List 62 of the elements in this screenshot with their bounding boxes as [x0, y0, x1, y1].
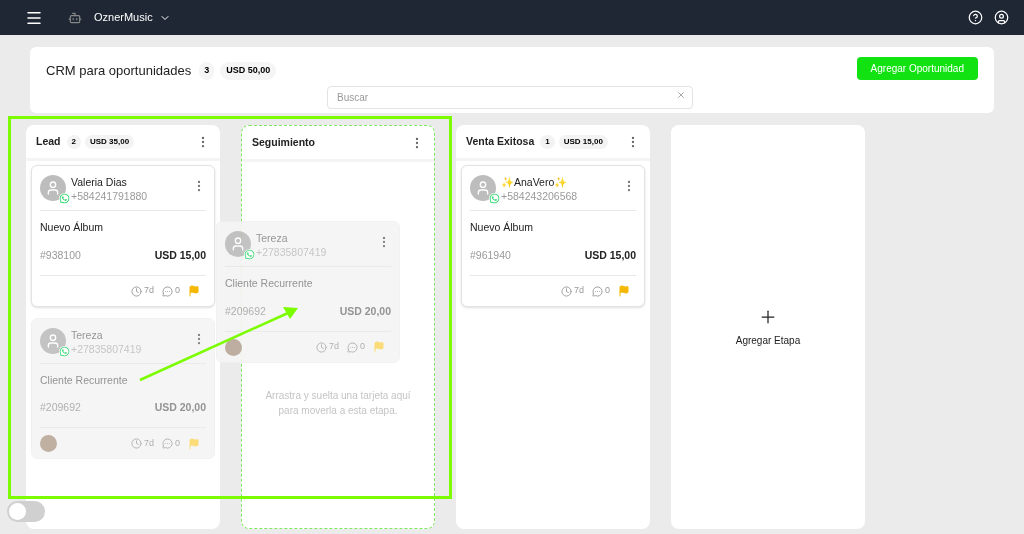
clock-icon	[315, 341, 327, 353]
stage-count: 2	[66, 134, 81, 149]
avatar-icon	[40, 327, 66, 354]
opportunity-title: Cliente Recurrente	[225, 276, 314, 291]
photo-placeholder	[40, 435, 57, 452]
stage-title: Seguimiento	[252, 134, 315, 150]
comment-icon	[162, 285, 173, 297]
clock-icon	[560, 285, 572, 297]
age-label: 7d	[143, 284, 154, 298]
opportunity-amount: USD 20,00	[339, 303, 391, 319]
stage-total: USD 35,00	[84, 134, 135, 149]
opportunity-amount: USD 20,00	[154, 400, 206, 416]
opportunity-code: #209692	[225, 303, 266, 319]
clear-icon[interactable]	[676, 90, 686, 100]
help-icon[interactable]	[968, 10, 983, 25]
avatar-icon	[40, 175, 66, 201]
opportunity-card[interactable]: Valeria Dias +584241791880 Nuevo Álbum #938100 USD 15,00 7d 0	[31, 165, 215, 307]
whatsapp-icon	[489, 193, 500, 204]
clock-icon	[130, 285, 142, 297]
opportunity-title: Cliente Recurrente	[40, 372, 129, 388]
total-amount: USD 50,00	[220, 62, 277, 80]
opportunity-code: #961940	[470, 247, 511, 263]
contact-name: Valeria Dias	[71, 175, 128, 189]
add-stage-button[interactable]: Agregar Etapa	[671, 125, 865, 529]
contact-name: ✨AnaVero✨	[501, 175, 569, 189]
opportunity-code: #938100	[40, 247, 81, 263]
contact-name: Tereza	[256, 231, 289, 245]
comment-count: 0	[175, 284, 180, 298]
age-label: 7d	[328, 340, 339, 354]
workspace-name[interactable]: OznerMusic	[94, 9, 153, 26]
search-field[interactable]: Buscar	[327, 86, 693, 109]
opportunity-code: #209692	[40, 400, 81, 416]
contact-name: Tereza	[71, 327, 104, 342]
photo-placeholder	[225, 338, 242, 356]
stage-total: USD 15,00	[558, 134, 608, 149]
whatsapp-icon	[59, 345, 70, 357]
opportunity-title: Nuevo Álbum	[40, 220, 105, 235]
opportunity-count: 3	[199, 62, 215, 80]
stage-title: Venta Exitosa	[466, 133, 535, 149]
avatar-icon	[470, 175, 496, 201]
page-title: CRM para oportunidades	[46, 62, 192, 80]
clock-icon	[130, 438, 142, 449]
whatsapp-icon	[244, 249, 255, 260]
opportunity-amount: USD 15,00	[154, 247, 206, 263]
whatsapp-icon	[59, 193, 70, 204]
comment-icon	[162, 438, 173, 449]
opportunity-amount: USD 15,00	[584, 247, 636, 263]
comment-count: 0	[605, 284, 610, 298]
comment-icon	[347, 341, 358, 353]
avatar-icon	[225, 231, 251, 257]
user-icon[interactable]	[994, 10, 1009, 25]
stage-count: 1	[540, 134, 555, 149]
opportunity-card[interactable]: ✨AnaVero✨ +584243206568 Nuevo Álbum #961940 USD 15,00 7d 0	[461, 165, 645, 307]
toggle-switch[interactable]	[7, 501, 45, 522]
age-label: 7d	[143, 436, 154, 450]
robot-icon	[68, 10, 82, 25]
contact-phone: +584243206568	[501, 189, 578, 203]
comment-icon	[592, 285, 603, 297]
stage-title: Lead	[36, 133, 61, 149]
contact-phone: +584241791880	[71, 189, 148, 203]
age-label: 7d	[573, 284, 584, 298]
opportunity-title: Nuevo Álbum	[470, 220, 535, 235]
